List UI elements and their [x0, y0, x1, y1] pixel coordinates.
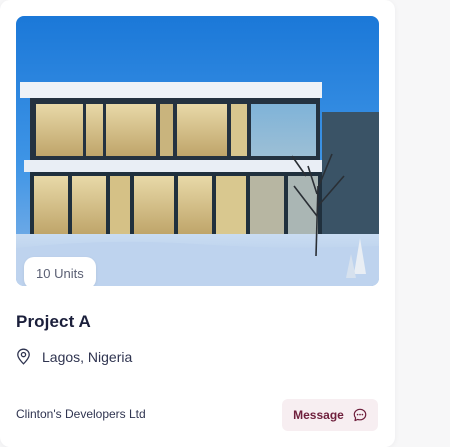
chat-bubble-icon — [353, 408, 367, 422]
project-photo[interactable]: 10 Units — [16, 16, 379, 286]
map-pin-icon — [17, 348, 30, 365]
location-text: Lagos, Nigeria — [42, 348, 133, 365]
project-card[interactable]: 10 Units Project A Lagos, Nigeria Clinto… — [0, 0, 395, 447]
project-title[interactable]: Project A — [16, 312, 91, 332]
house-image — [16, 16, 379, 286]
message-button-label: Message — [293, 408, 344, 422]
developer-name: Clinton's Developers Ltd — [16, 407, 146, 421]
units-badge: 10 Units — [24, 257, 96, 286]
project-location: Lagos, Nigeria — [16, 348, 132, 365]
message-button[interactable]: Message — [282, 399, 378, 431]
